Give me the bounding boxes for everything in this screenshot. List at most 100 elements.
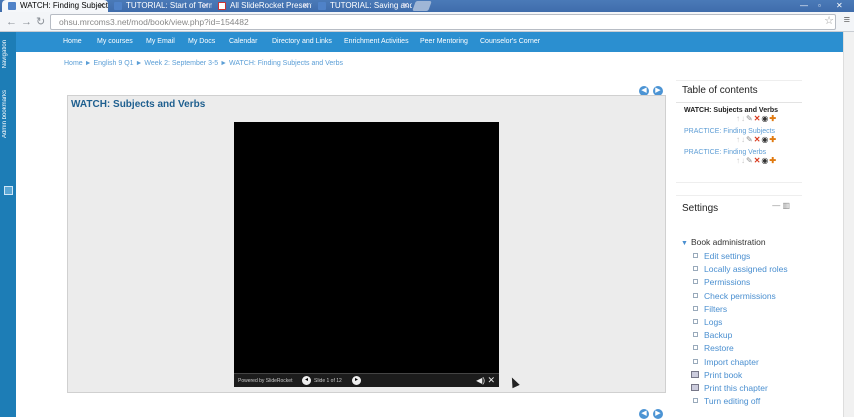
close-icon[interactable]: ✕ (202, 0, 209, 12)
bullet-icon (693, 319, 698, 324)
add-chapter-icon[interactable]: ✚ (769, 114, 776, 124)
close-icon[interactable]: ✕ (98, 0, 105, 12)
url-text: ohsu.mrcoms3.net/mod/book/view.php?id=15… (59, 17, 249, 27)
bullet-icon (693, 253, 698, 258)
browser-toolbar: ← → ↻ ohsu.mrcoms3.net/mod/book/view.php… (0, 12, 854, 32)
close-icon[interactable]: ✕ (302, 0, 309, 12)
hide-icon[interactable]: ◉ (761, 156, 768, 166)
edit-icon[interactable]: ✎ (746, 114, 753, 124)
move-down-icon[interactable]: ↓ (741, 135, 745, 145)
nav-directory-links[interactable]: Directory and Links (272, 38, 332, 45)
print-chapter-icon (691, 384, 699, 391)
block-dock-icon[interactable]: — ▥ (772, 201, 790, 210)
nav-home[interactable]: Home (63, 38, 82, 45)
toc-block: Table of contents WATCH: Subjects and Ve… (676, 80, 802, 183)
bullet-icon (693, 279, 698, 284)
add-chapter-icon[interactable]: ✚ (769, 135, 776, 145)
settings-link-check-permissions[interactable]: Check permissions (693, 291, 776, 301)
delete-icon[interactable]: ✕ (754, 135, 761, 145)
book-administration-node[interactable]: ▼ Book administration (681, 237, 766, 247)
print-book-icon (691, 371, 699, 378)
side-dock: Navigation Admin bookmarks (0, 32, 16, 417)
next-chapter-icon[interactable]: ▶ (653, 409, 663, 419)
edit-icon[interactable]: ✎ (746, 135, 753, 145)
move-up-icon[interactable]: ↑ (736, 114, 740, 124)
nav-my-docs[interactable]: My Docs (188, 38, 215, 45)
close-window-icon[interactable]: ✕ (836, 1, 843, 10)
bullet-icon (693, 306, 698, 311)
powered-by-label: Powered by SlideRocket (238, 378, 293, 384)
settings-link-locally-assigned-roles[interactable]: Locally assigned roles (693, 264, 788, 274)
gmail-icon (218, 2, 226, 10)
minimize-icon[interactable]: — (800, 1, 808, 10)
nav-counselors-corner[interactable]: Counselor's Corner (480, 38, 540, 45)
hide-icon[interactable]: ◉ (761, 135, 768, 145)
move-up-icon[interactable]: ↑ (736, 135, 740, 145)
settings-link-backup[interactable]: Backup (693, 330, 732, 340)
add-chapter-icon[interactable]: ✚ (769, 156, 776, 166)
toc-chapter-current: WATCH: Subjects and Verbs (684, 107, 778, 114)
bullet-icon (693, 345, 698, 350)
player-control-bar: Powered by SlideRocket ◂ Slide 1 of 12 ▸… (234, 373, 499, 387)
nav-my-courses[interactable]: My courses (97, 38, 133, 45)
next-slide-icon[interactable]: ▸ (352, 376, 361, 385)
edit-icon[interactable]: ✎ (746, 156, 753, 166)
page-title: WATCH: Subjects and Verbs (71, 99, 206, 110)
bullet-icon (693, 398, 698, 403)
move-down-icon[interactable]: ↓ (741, 114, 745, 124)
settings-link-filters[interactable]: Filters (693, 304, 727, 314)
settings-link-print-book[interactable]: Print book (691, 370, 742, 380)
reload-icon[interactable]: ↻ (36, 15, 45, 29)
previous-slide-icon[interactable]: ◂ (302, 376, 311, 385)
new-tab-button[interactable] (412, 1, 432, 11)
browser-tab-title: TUTORIAL: Saving and (330, 1, 412, 10)
fullscreen-close-icon[interactable]: ✕ (487, 375, 495, 386)
move-down-icon[interactable]: ↓ (741, 156, 745, 166)
moodle-favicon-icon (114, 2, 122, 10)
close-icon[interactable]: ✕ (402, 0, 409, 12)
nav-enrichment-activities[interactable]: Enrichment Activities (344, 38, 409, 45)
menu-icon[interactable]: ≡ (844, 14, 850, 26)
sliderocket-player[interactable]: Powered by SlideRocket ◂ Slide 1 of 12 ▸… (234, 122, 499, 387)
page-scrollbar[interactable] (843, 32, 854, 417)
settings-link-restore[interactable]: Restore (693, 343, 734, 353)
nav-calendar[interactable]: Calendar (229, 38, 257, 45)
delete-icon[interactable]: ✕ (754, 114, 761, 124)
browser-tab-3[interactable]: All SlideRocket Presentat ✕ (212, 0, 312, 12)
hide-icon[interactable]: ◉ (761, 114, 768, 124)
nav-my-email[interactable]: My Email (146, 38, 175, 45)
chapter-nav-bottom: ◀ ▶ (639, 402, 667, 420)
moodle-favicon-icon (8, 2, 16, 10)
browser-tab-2[interactable]: TUTORIAL: Start of Term ✕ (108, 0, 212, 12)
volume-icon[interactable]: ◀) (476, 376, 485, 385)
forward-icon[interactable]: → (21, 15, 32, 29)
toc-chapter-link[interactable]: PRACTICE: Finding Subjects (684, 128, 802, 135)
breadcrumb[interactable]: Home ► English 9 Q1 ► Week 2: September … (64, 60, 343, 67)
address-bar[interactable]: ohsu.mrcoms3.net/mod/book/view.php?id=15… (50, 14, 836, 30)
browser-tab-1[interactable]: WATCH: Finding Subjects ✕ (2, 0, 108, 12)
settings-link-permissions[interactable]: Permissions (693, 277, 750, 287)
browser-tab-4[interactable]: TUTORIAL: Saving and ✕ (312, 0, 412, 12)
settings-link-logs[interactable]: Logs (693, 317, 722, 327)
delete-icon[interactable]: ✕ (754, 156, 761, 166)
expand-triangle-icon: ▼ (681, 240, 688, 247)
chapter-edit-icons: ↑↓✎✕◉✚ (736, 114, 802, 124)
nav-peer-mentoring[interactable]: Peer Mentoring (420, 38, 468, 45)
maximize-icon[interactable]: ▫ (818, 1, 821, 10)
toc-title: Table of contents (682, 85, 758, 96)
settings-link-print-chapter[interactable]: Print this chapter (691, 383, 768, 393)
settings-link-edit-settings[interactable]: Edit settings (693, 251, 750, 261)
move-up-icon[interactable]: ↑ (736, 156, 740, 166)
toc-chapter-link[interactable]: PRACTICE: Finding Verbs (684, 149, 802, 156)
back-icon[interactable]: ← (6, 15, 17, 29)
previous-chapter-icon[interactable]: ◀ (639, 409, 649, 419)
settings-link-turn-editing-off[interactable]: Turn editing off (693, 396, 760, 406)
moodle-favicon-icon (318, 2, 326, 10)
dock-navigation-tab[interactable]: Navigation (2, 40, 8, 68)
dock-admin-bookmarks-tab[interactable]: Admin bookmarks (2, 90, 8, 138)
settings-link-import-chapter[interactable]: Import chapter (693, 357, 759, 367)
bullet-icon (693, 293, 698, 298)
bullet-icon (693, 266, 698, 271)
dock-toggle-icon[interactable] (4, 186, 13, 195)
bookmark-star-icon[interactable]: ☆ (824, 14, 834, 27)
